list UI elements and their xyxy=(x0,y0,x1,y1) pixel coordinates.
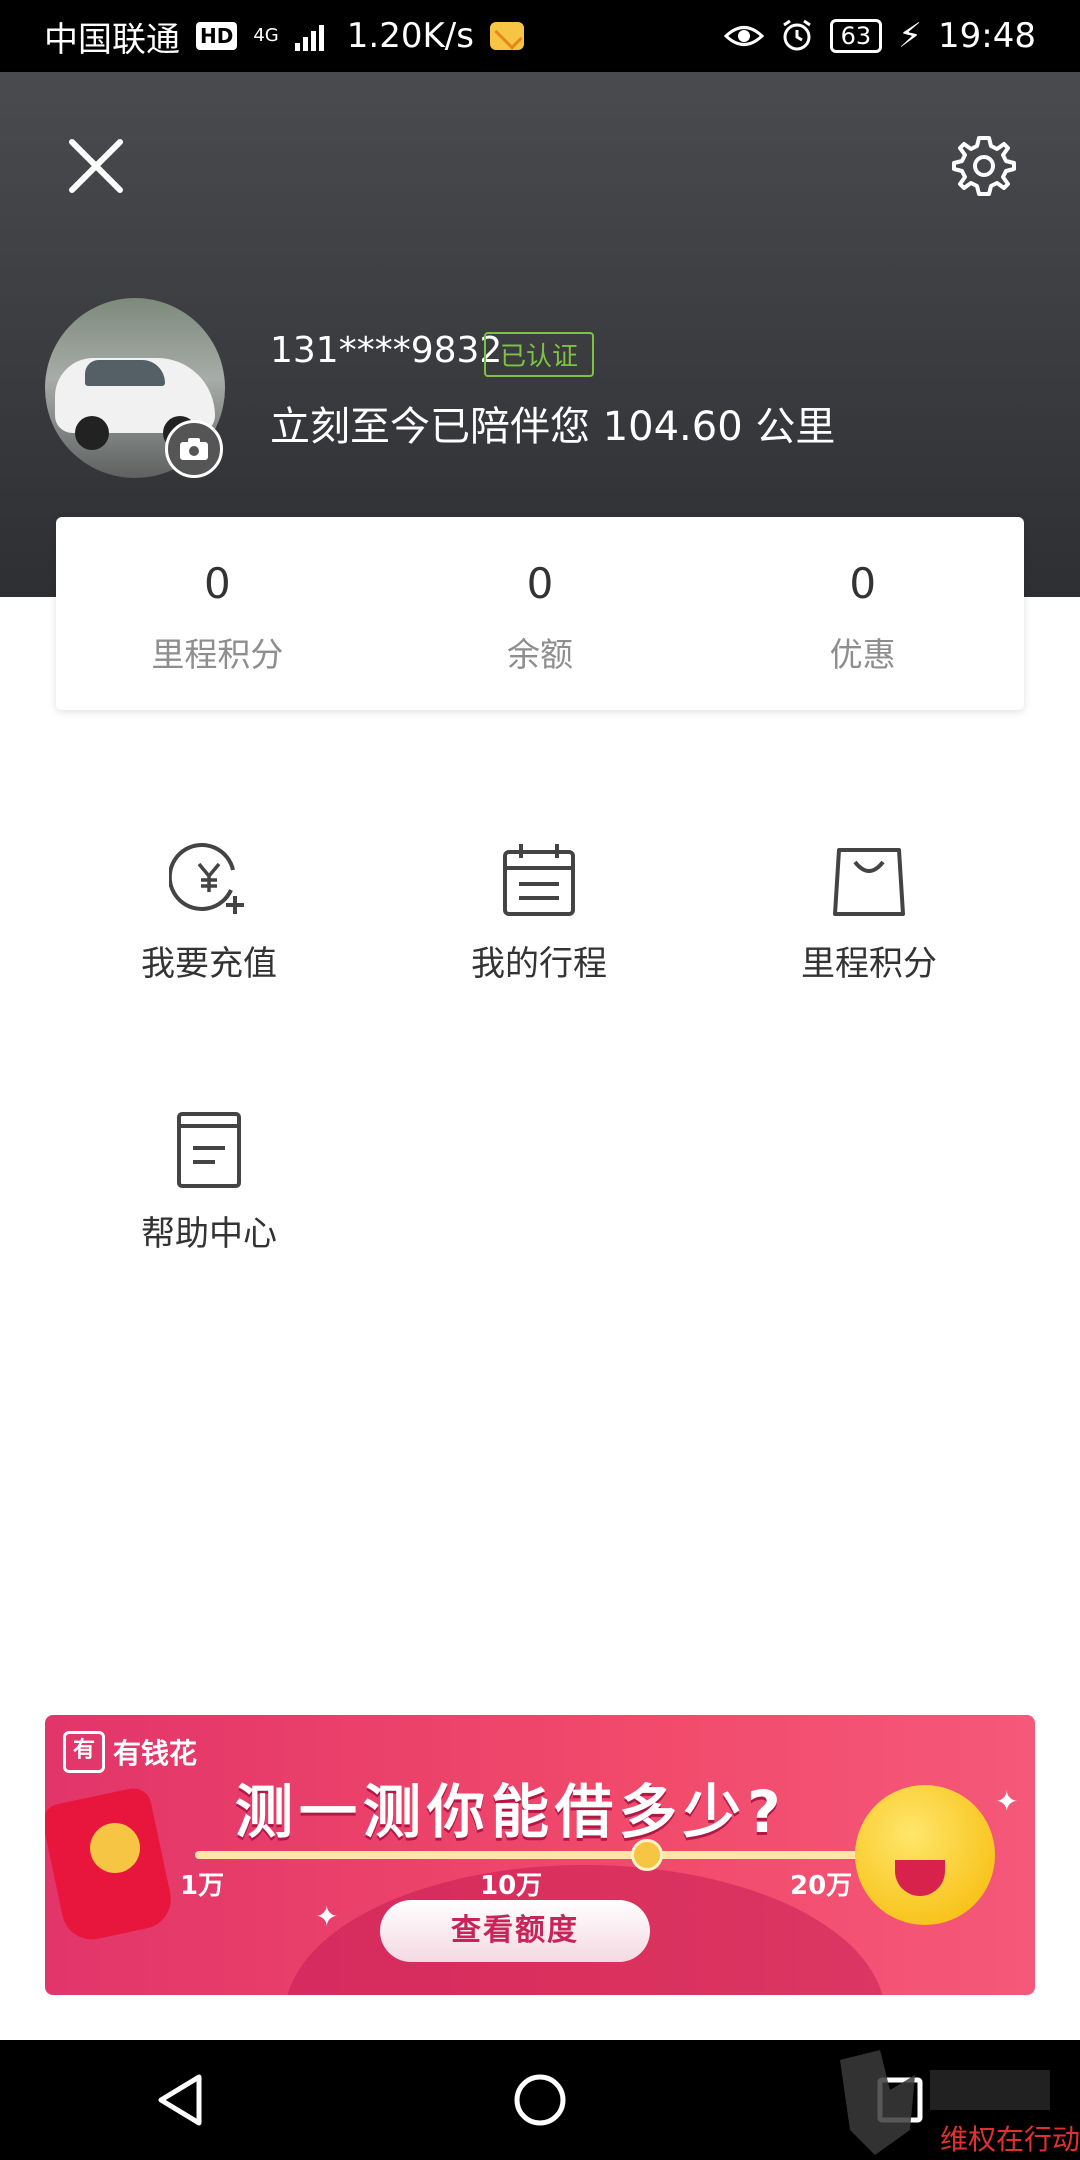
eye-icon xyxy=(723,26,764,46)
message-notification-icon xyxy=(489,22,524,50)
home-circle-icon xyxy=(514,2074,566,2126)
stats-card: 0 里程积分 0 余额 0 优惠 xyxy=(56,517,1024,710)
check-limit-button[interactable]: 查看额度 xyxy=(380,1900,650,1962)
tick-label: 1万 xyxy=(180,1871,225,1901)
stat-label: 余额 xyxy=(507,635,573,674)
banner-brand-logo: 有 有钱花 xyxy=(63,1731,197,1773)
document-icon xyxy=(177,1112,241,1188)
camera-button[interactable] xyxy=(165,420,223,478)
network-label: 4G xyxy=(253,25,279,46)
charging-icon: ⚡ xyxy=(898,16,923,56)
battery-indicator: 63 xyxy=(829,19,883,53)
close-icon[interactable] xyxy=(66,136,126,196)
stat-value: 0 xyxy=(849,559,877,608)
coin-mascot-icon xyxy=(855,1785,995,1925)
back-button[interactable] xyxy=(145,2065,215,2135)
verified-badge: 已认证 xyxy=(484,332,595,377)
mileage-text: 立刻至今已陪伴您 104.60 公里 xyxy=(270,404,836,450)
signal-icon xyxy=(294,25,324,51)
hd-badge: HD xyxy=(196,22,238,50)
stat-balance[interactable]: 0 余额 xyxy=(379,517,702,710)
amount-slider-track xyxy=(195,1851,875,1859)
menu-help-center[interactable]: 帮助中心 xyxy=(44,1110,374,1255)
camera-icon xyxy=(180,438,208,460)
status-bar: 中国联通 HD 4G 1.20K/s 63 ⚡ 19:48 xyxy=(0,0,1080,72)
banner-brand-name: 有钱花 xyxy=(113,1737,198,1770)
stat-value: 0 xyxy=(526,559,554,608)
tick-label: 20万 xyxy=(790,1871,853,1901)
menu-label: 里程积分 xyxy=(801,944,937,984)
brand-logo-icon: 有 xyxy=(63,1731,105,1773)
back-triangle-icon xyxy=(158,2074,202,2126)
sparkle-icon: ✦ xyxy=(995,1785,1019,1818)
recharge-icon xyxy=(169,843,244,914)
loan-ad-banner[interactable]: 有 有钱花 测一测你能借多少? 1万 10万 20万 查看额度 ✦ ✦ xyxy=(45,1715,1035,1995)
stat-label: 优惠 xyxy=(829,635,896,674)
clock-time: 19:48 xyxy=(938,16,1036,56)
network-speed: 1.20K/s xyxy=(346,16,474,56)
phone-number: 131****9832 xyxy=(270,330,503,371)
calendar-icon xyxy=(503,844,575,916)
stat-label: 里程积分 xyxy=(151,635,284,674)
carrier-label: 中国联通 xyxy=(44,19,180,60)
settings-gear-icon[interactable] xyxy=(952,134,1016,198)
menu-label: 我要充值 xyxy=(141,944,277,984)
home-button[interactable] xyxy=(505,2065,575,2135)
shopping-bag-icon xyxy=(833,848,905,916)
banner-title: 测一测你能借多少? xyxy=(235,1778,787,1846)
stat-value: 0 xyxy=(203,559,231,608)
amount-slider-knob xyxy=(631,1839,663,1871)
tick-label: 10万 xyxy=(480,1871,543,1901)
watermark-text: 维权在行动 xyxy=(940,2123,1080,2156)
alarm-icon xyxy=(782,19,811,51)
menu-label: 我的行程 xyxy=(471,944,607,984)
menu-mileage-points[interactable]: 里程积分 xyxy=(704,840,1034,985)
coin-icon xyxy=(90,1823,140,1873)
menu-my-trips[interactable]: 我的行程 xyxy=(374,840,704,985)
menu-label: 帮助中心 xyxy=(141,1214,277,1254)
sparkle-icon: ✦ xyxy=(315,1900,339,1933)
menu-recharge[interactable]: 我要充值 xyxy=(44,840,374,985)
stat-mileage-points[interactable]: 0 里程积分 xyxy=(56,517,379,710)
stat-coupons[interactable]: 0 优惠 xyxy=(701,517,1024,710)
